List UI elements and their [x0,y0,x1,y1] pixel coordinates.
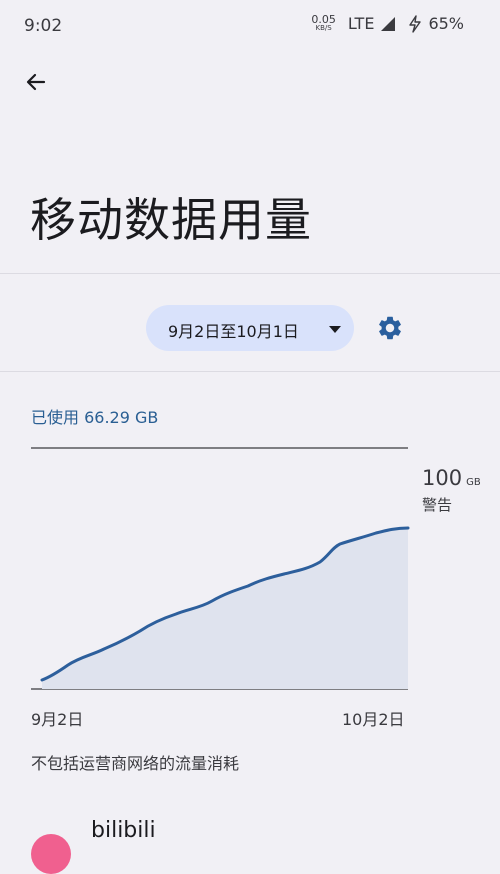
date-range-selector[interactable]: 9月2日至10月1日 [146,305,354,351]
back-arrow-icon [26,73,46,91]
page-title: 移动数据用量 [30,193,312,247]
chart-x-label-end: 10月2日 [342,710,405,729]
divider [0,273,500,274]
warning-limit-value: 100 GB [422,466,481,490]
usage-area [42,528,408,689]
network-speed-value: 0.05 [311,12,336,26]
status-bar: 9:02 0.05 KB/S LTE 65% [0,0,500,52]
data-used-label: 已使用 66.29 GB [31,408,159,427]
signal-icon [381,16,396,31]
status-icons: 0.05 KB/S LTE 65% [311,12,464,34]
battery-level: 65% [428,14,464,33]
back-button[interactable] [18,64,54,100]
app-usage-item[interactable]: bilibili [0,810,500,874]
network-speed-unit: KB/S [315,23,332,32]
app-name: bilibili [91,818,156,843]
network-speed: 0.05 KB/S [311,12,336,33]
settings-button[interactable] [372,310,408,346]
carrier-footnote: 不包括运营商网络的流量消耗 [31,754,240,773]
warning-limit-unit: GB [466,477,481,488]
warning-limit-number: 100 [422,466,463,490]
status-time: 9:02 [24,16,63,36]
dropdown-arrow-icon [329,326,341,333]
date-range-label: 9月2日至10月1日 [168,322,299,341]
network-type: LTE [347,14,375,33]
charging-icon [409,14,422,33]
gear-icon [379,316,401,340]
chart-x-label-start: 9月2日 [31,710,84,729]
warning-limit-label: 警告 [422,496,453,514]
divider [0,371,500,372]
bilibili-app-icon [31,834,71,874]
